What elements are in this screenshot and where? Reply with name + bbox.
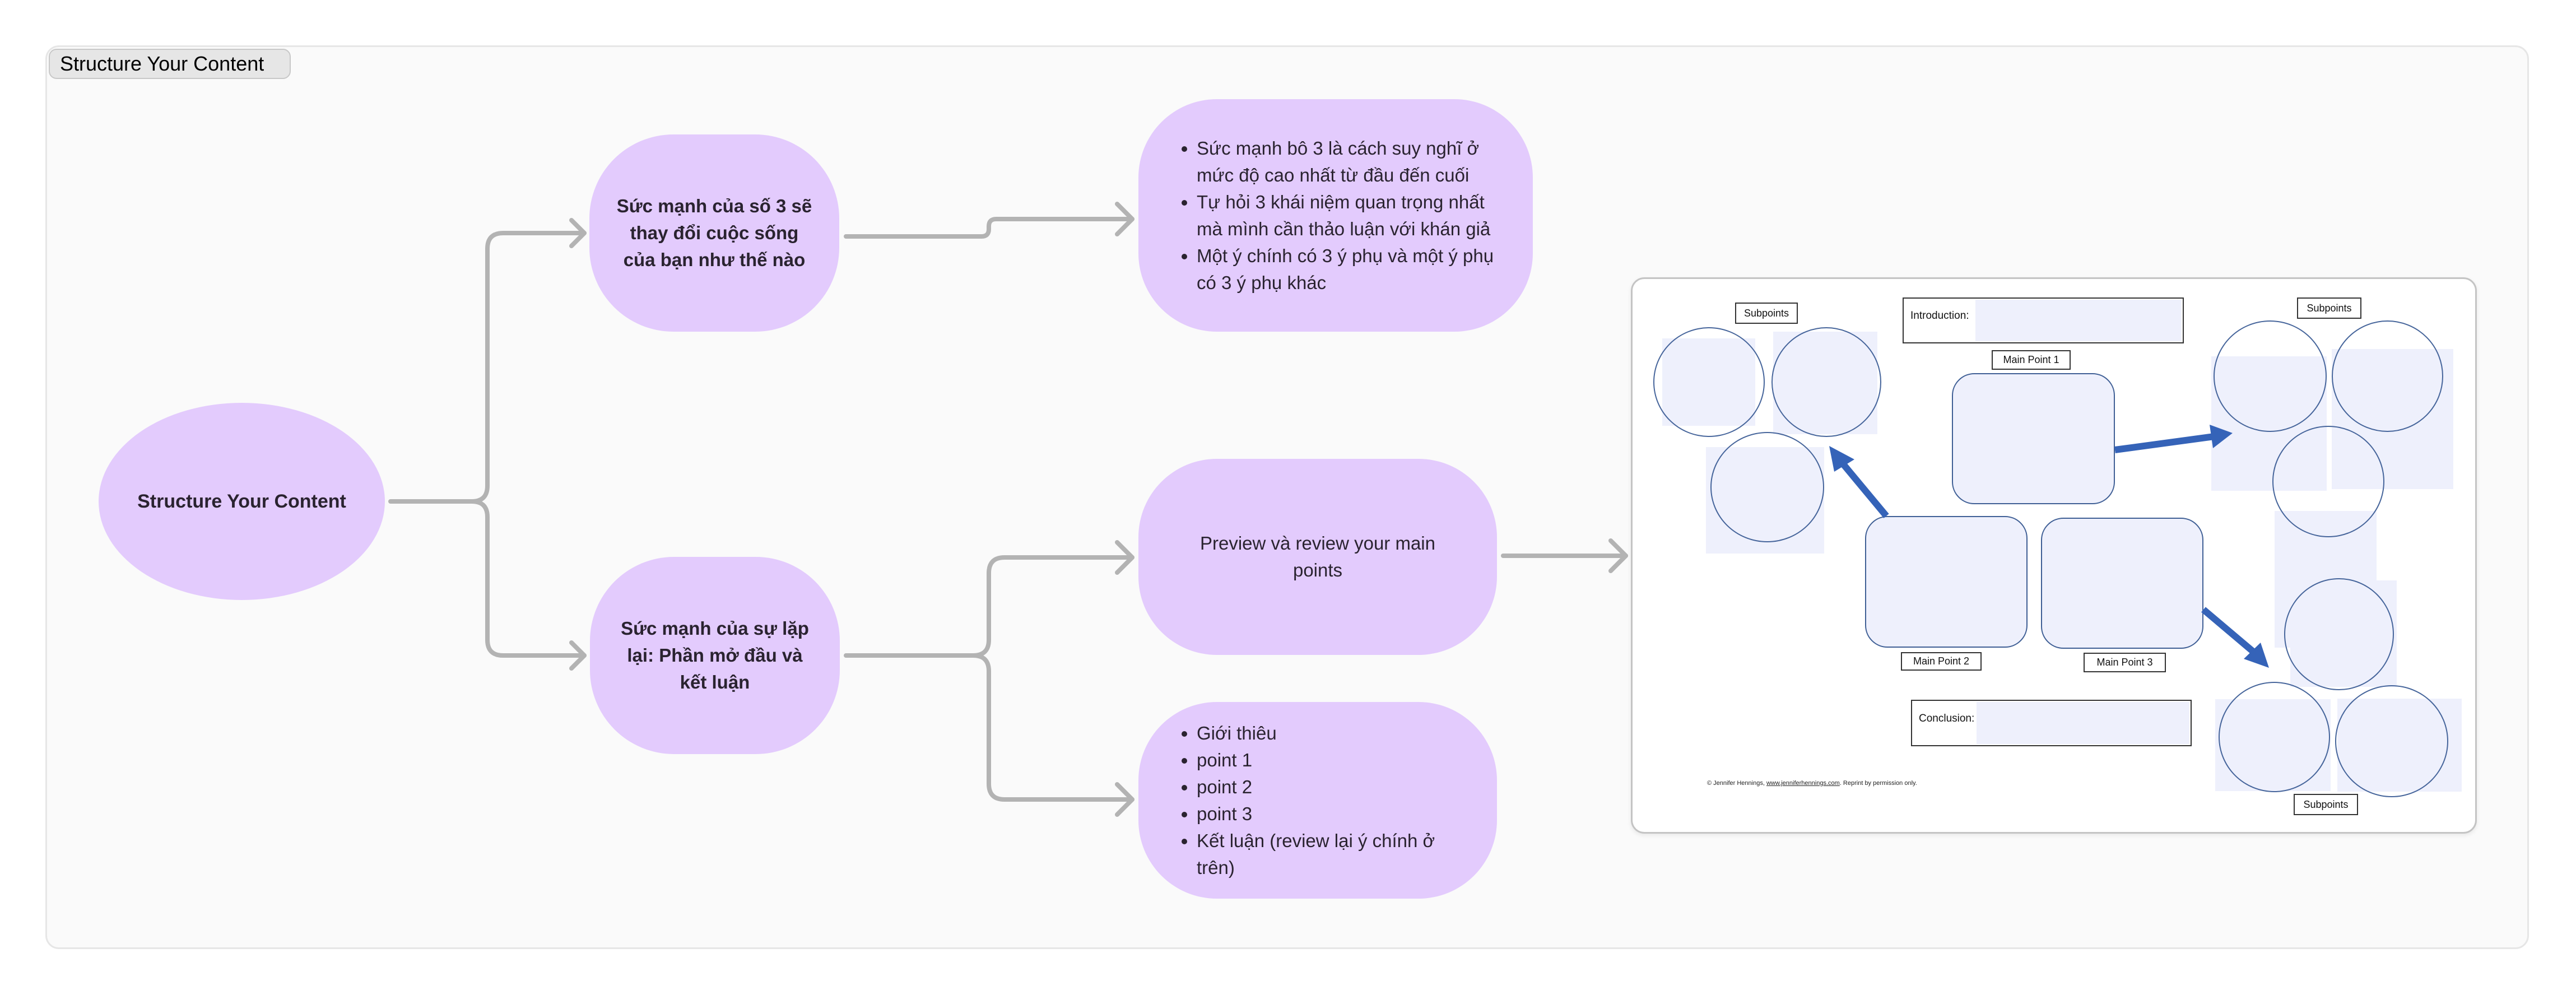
subpoint-circle bbox=[2332, 320, 2443, 432]
main-point-2-label: Main Point 2 bbox=[1901, 652, 1982, 671]
main-point-3-box bbox=[2041, 518, 2203, 649]
bullet-item: Tự hỏi 3 khái niệm quan trọng nhất mà mì… bbox=[1197, 189, 1499, 243]
copyright-text: . Reprint by permission only. bbox=[1839, 780, 1917, 787]
frame-title-tab[interactable]: Structure Your Content bbox=[49, 49, 291, 79]
subpoints-label: Subpoints bbox=[2297, 297, 2361, 319]
bullet-item: Một ý chính có 3 ý phụ và một ý phụ có 3… bbox=[1197, 243, 1499, 296]
subpoint-circle bbox=[2272, 426, 2384, 537]
topic-node-label: Sức mạnh của sự lặp lại: Phần mở đầu và … bbox=[621, 618, 809, 692]
bullet-item: Giới thiêu bbox=[1197, 720, 1469, 747]
subpoint-circle bbox=[2335, 685, 2448, 797]
introduction-label: Introduction: bbox=[1910, 310, 1969, 322]
bullet-item: point 1 bbox=[1197, 747, 1469, 774]
bullet-item: Kết luận (review lại ý chính ở trên) bbox=[1197, 827, 1469, 881]
subpoint-circle bbox=[2214, 320, 2327, 432]
detail-node-label: Preview và review your main points bbox=[1200, 533, 1435, 580]
main-point-1-box bbox=[1952, 373, 2115, 504]
main-point-2-box bbox=[1865, 516, 2028, 648]
root-node-label: Structure Your Content bbox=[137, 490, 346, 512]
conclusion-label: Conclusion: bbox=[1919, 712, 1975, 724]
field-shade bbox=[1975, 300, 2182, 341]
main-point-1-label: Main Point 1 bbox=[1992, 350, 2071, 370]
field-shade bbox=[1977, 702, 2189, 744]
detail-node-3[interactable]: Giới thiêu point 1 point 2 point 3 Kết l… bbox=[1138, 702, 1497, 899]
subpoint-circle bbox=[1653, 327, 1765, 437]
subpoints-label: Subpoints bbox=[1735, 303, 1798, 324]
topic-node-1[interactable]: Sức mạnh của số 3 sẽ thay đổi cuộc sống … bbox=[589, 134, 839, 332]
conclusion-field: Conclusion: bbox=[1911, 700, 2192, 746]
subpoint-circle bbox=[2219, 682, 2330, 792]
bullet-list: Giới thiêu point 1 point 2 point 3 Kết l… bbox=[1175, 720, 1469, 881]
bullet-item: point 3 bbox=[1197, 801, 1469, 827]
bullet-list: Sức mạnh bô 3 là cách suy nghĩ ở mức độ … bbox=[1175, 135, 1499, 296]
detail-node-1[interactable]: Sức mạnh bô 3 là cách suy nghĩ ở mức độ … bbox=[1138, 99, 1533, 332]
subpoint-circle bbox=[1710, 432, 1824, 542]
bullet-item: Sức mạnh bô 3 là cách suy nghĩ ở mức độ … bbox=[1197, 135, 1499, 189]
copyright-text: © Jennifer Hennings, bbox=[1707, 780, 1766, 787]
main-point-3-label: Main Point 3 bbox=[2084, 653, 2166, 672]
bullet-item: point 2 bbox=[1197, 774, 1469, 801]
subpoint-circle bbox=[2284, 578, 2394, 690]
root-node[interactable]: Structure Your Content bbox=[99, 403, 385, 600]
subpoints-label: Subpoints bbox=[2294, 794, 2358, 815]
copyright-notice: © Jennifer Hennings, www.jenniferhenning… bbox=[1707, 780, 1917, 787]
topic-node-2[interactable]: Sức mạnh của sự lặp lại: Phần mở đầu và … bbox=[590, 557, 840, 754]
copyright-link: www.jenniferhennings.com bbox=[1766, 780, 1840, 787]
detail-node-2[interactable]: Preview và review your main points bbox=[1138, 459, 1497, 655]
introduction-field: Introduction: bbox=[1903, 297, 2184, 343]
topic-node-label: Sức mạnh của số 3 sẽ thay đổi cuộc sống … bbox=[616, 196, 812, 270]
subpoint-circle bbox=[1771, 327, 1881, 437]
